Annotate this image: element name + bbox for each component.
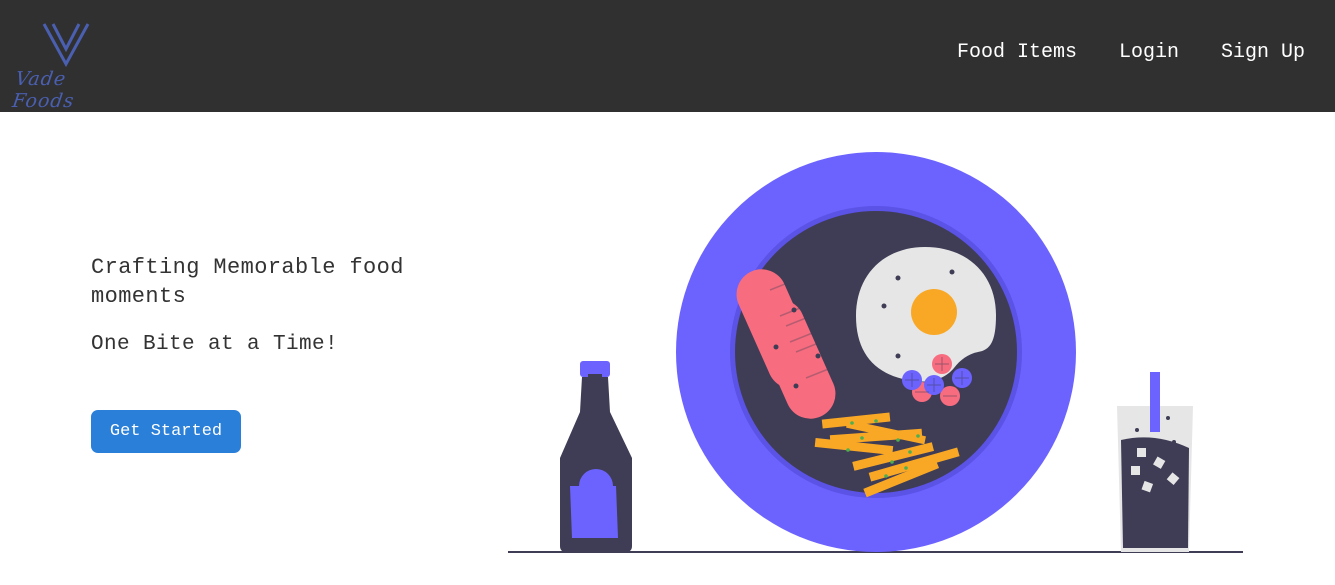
food-illustration <box>508 152 1243 553</box>
nav-links: Food Items Login Sign Up <box>957 41 1305 64</box>
navbar: Vade Foods Food Items Login Sign Up <box>0 0 1335 112</box>
hero-headline: Crafting Memorable food moments <box>91 255 404 309</box>
logo-v-icon <box>42 23 90 68</box>
hero-text: Crafting Memorable food moments One Bite… <box>91 253 471 356</box>
hero-subheadline: One Bite at a Time! <box>91 333 339 356</box>
sauce-bottle-icon <box>560 361 632 552</box>
drink-glass-icon <box>1117 372 1193 552</box>
get-started-button[interactable]: Get Started <box>91 410 241 453</box>
brand-logo[interactable]: Vade Foods <box>11 22 130 112</box>
nav-login[interactable]: Login <box>1119 41 1179 64</box>
nav-sign-up[interactable]: Sign Up <box>1221 41 1305 64</box>
nav-food-items[interactable]: Food Items <box>957 41 1077 64</box>
logo-text: Vade Foods <box>10 68 76 112</box>
